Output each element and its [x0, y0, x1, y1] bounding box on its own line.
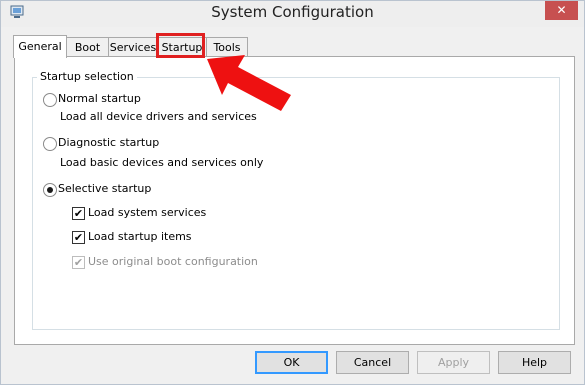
- load-startup-items-label[interactable]: Load startup items: [88, 230, 192, 243]
- load-startup-items-checkbox[interactable]: ✔: [72, 231, 85, 244]
- ok-button[interactable]: OK: [255, 351, 328, 374]
- title-bar[interactable]: System Configuration ✕: [1, 1, 584, 27]
- window-title: System Configuration: [211, 3, 374, 21]
- diagnostic-startup-description: Load basic devices and services only: [60, 156, 264, 169]
- use-original-boot-config-label: Use original boot configuration: [88, 255, 258, 268]
- diagnostic-startup-radio[interactable]: [43, 137, 57, 151]
- startup-tab-highlight: [156, 33, 205, 58]
- selective-startup-label[interactable]: Selective startup: [58, 182, 151, 195]
- close-button[interactable]: ✕: [545, 1, 578, 20]
- group-label: Startup selection: [37, 70, 137, 83]
- tab-general[interactable]: General: [13, 35, 67, 58]
- diagnostic-startup-label[interactable]: Diagnostic startup: [58, 136, 159, 149]
- normal-startup-label[interactable]: Normal startup: [58, 92, 141, 105]
- tab-boot[interactable]: Boot: [66, 37, 109, 57]
- pointer-arrow: [207, 55, 291, 111]
- help-button[interactable]: Help: [498, 351, 571, 374]
- cancel-button[interactable]: Cancel: [336, 351, 409, 374]
- use-original-boot-config-checkbox: ✔: [72, 256, 85, 269]
- tab-services[interactable]: Services: [108, 37, 158, 57]
- normal-startup-radio[interactable]: [43, 93, 57, 107]
- load-system-services-checkbox[interactable]: ✔: [72, 207, 85, 220]
- load-system-services-label[interactable]: Load system services: [88, 206, 206, 219]
- apply-button: Apply: [417, 351, 490, 374]
- selective-startup-radio[interactable]: [43, 183, 57, 197]
- system-configuration-window: System Configuration ✕ General Boot Serv…: [0, 0, 585, 385]
